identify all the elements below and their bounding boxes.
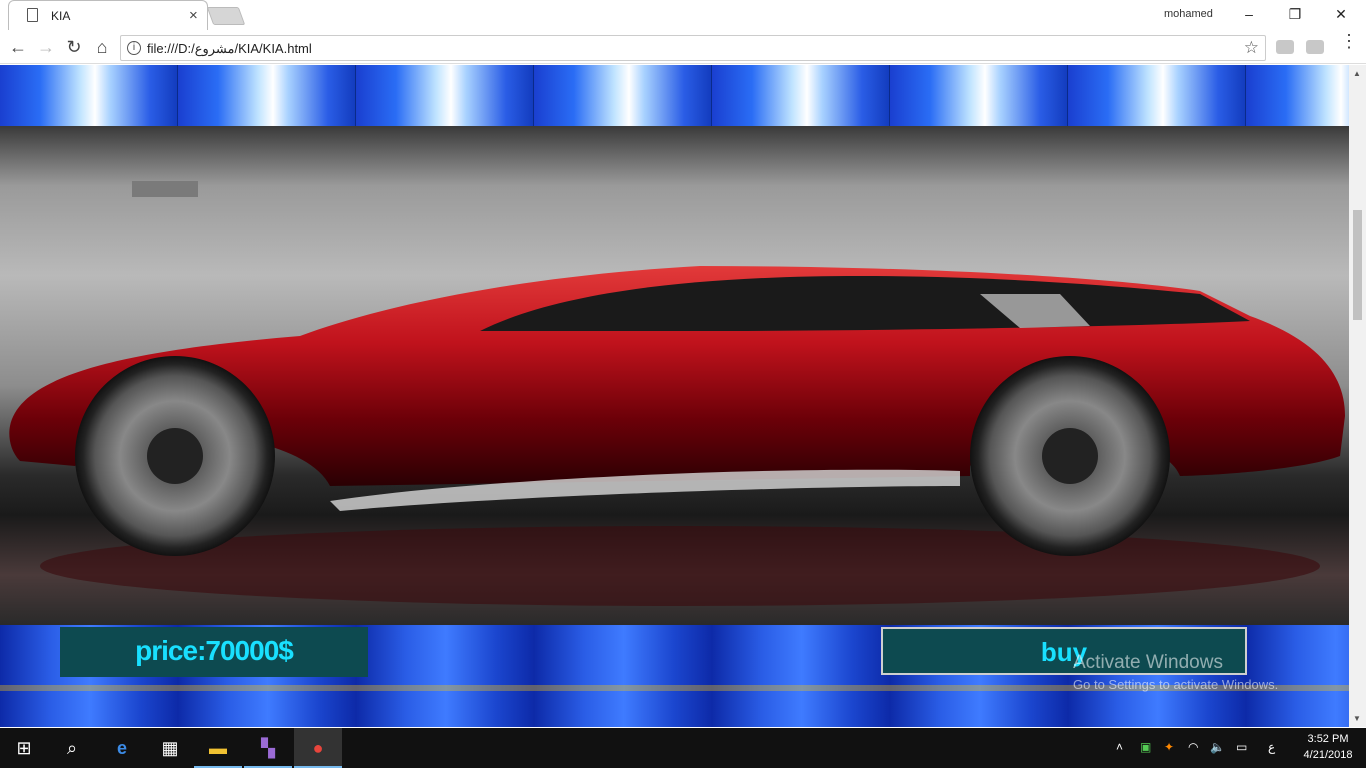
price-button[interactable]: price:70000$ xyxy=(60,627,368,677)
scroll-up-icon[interactable]: ▲ xyxy=(1353,69,1361,78)
start-icon[interactable]: ⊞ xyxy=(0,728,48,768)
file-explorer-icon[interactable]: ▬ xyxy=(194,728,242,768)
close-window-button[interactable]: ✕ xyxy=(1318,2,1364,28)
browser-titlebar: KIA × mohamed – ❐ ✕ xyxy=(0,0,1366,32)
tab-title: KIA xyxy=(51,9,71,23)
menu-icon[interactable]: ⋮ xyxy=(1340,32,1358,50)
activation-watermark-title: Activate Windows xyxy=(1073,652,1223,673)
scroll-down-icon[interactable]: ▼ xyxy=(1353,714,1361,723)
chrome-icon[interactable]: ● xyxy=(294,728,342,768)
profile-name[interactable]: mohamed xyxy=(1164,8,1213,20)
network-monitor-icon[interactable]: ▣ xyxy=(1140,740,1151,754)
wifi-icon[interactable]: ◠ xyxy=(1188,740,1198,754)
cast-icon[interactable] xyxy=(1306,40,1324,54)
extension-icon[interactable] xyxy=(1276,40,1294,54)
address-bar[interactable]: i file:///D:/مشروع/KIA/KIA.html ☆ xyxy=(120,35,1266,61)
volume-icon[interactable]: 🔈 xyxy=(1210,740,1225,754)
new-tab-button[interactable] xyxy=(206,7,246,25)
car-illustration xyxy=(9,266,1345,606)
windows-taskbar: ⊞ ⌕ e ▦ ▬ ▚ ● ˄ ▣ ✦ ◠ 🔈 ▭ ع 3:52 PM 4/21… xyxy=(0,728,1366,768)
page-viewport: price:70000$ buy Activate Windows Go to … xyxy=(0,65,1349,727)
store-icon[interactable]: ▦ xyxy=(146,728,194,768)
browser-tab[interactable]: KIA × xyxy=(8,0,208,30)
edge-icon[interactable]: e xyxy=(98,728,146,768)
bottom-ocean-banner: price:70000$ buy xyxy=(0,625,1349,727)
info-icon[interactable]: i xyxy=(127,41,141,55)
tray-chevron-icon[interactable]: ˄ xyxy=(1116,740,1123,754)
search-icon[interactable]: ⌕ xyxy=(48,728,96,768)
back-icon[interactable]: ← xyxy=(6,36,30,60)
url-text: file:///D:/مشروع/KIA/KIA.html xyxy=(147,41,312,56)
price-label: price:70000$ xyxy=(135,635,294,666)
avast-icon[interactable]: ✦ xyxy=(1164,740,1174,754)
browser-toolbar: ← → ↻ ⌂ i file:///D:/مشروع/KIA/KIA.html … xyxy=(0,32,1366,64)
home-icon[interactable]: ⌂ xyxy=(90,36,114,60)
visual-studio-icon[interactable]: ▚ xyxy=(244,728,292,768)
forward-icon[interactable]: → xyxy=(34,36,58,60)
activation-watermark-subtitle: Go to Settings to activate Windows. xyxy=(1073,677,1279,692)
scroll-thumb[interactable] xyxy=(1353,210,1362,320)
tab-close-icon[interactable]: × xyxy=(189,7,198,24)
car-image xyxy=(0,126,1349,625)
reload-icon[interactable]: ↻ xyxy=(62,36,86,60)
bookmark-star-icon[interactable]: ☆ xyxy=(1244,38,1259,58)
notifications-icon[interactable]: ▭ xyxy=(1236,740,1247,754)
clock-time: 3:52 PM xyxy=(1307,733,1349,745)
minimize-button[interactable]: – xyxy=(1226,2,1272,28)
language-indicator[interactable]: ع xyxy=(1268,740,1275,754)
page-icon xyxy=(27,8,38,22)
top-ocean-banner xyxy=(0,65,1349,126)
clock[interactable]: 3:52 PM 4/21/2018 xyxy=(1298,731,1358,763)
restore-button[interactable]: ❐ xyxy=(1272,2,1318,28)
clock-date: 4/21/2018 xyxy=(1303,749,1353,761)
vertical-scrollbar[interactable]: ▲ ▼ xyxy=(1349,65,1366,727)
